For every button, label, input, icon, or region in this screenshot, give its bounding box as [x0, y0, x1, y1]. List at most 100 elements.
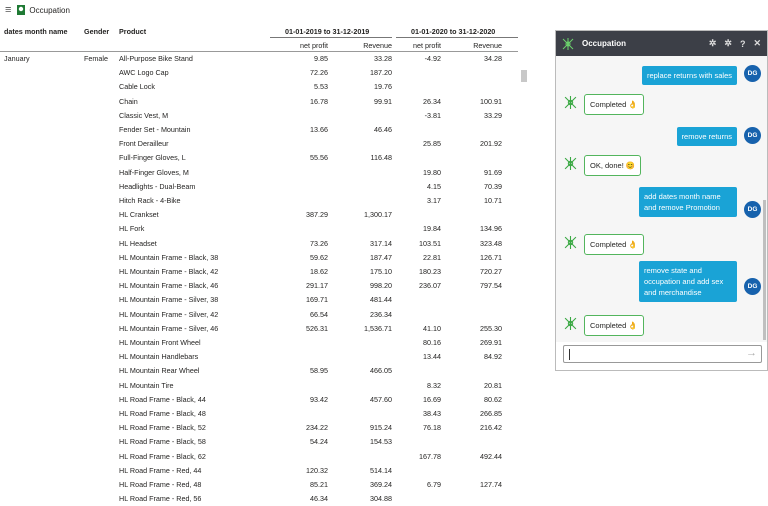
- cell-revenue-2020: 216.42: [480, 423, 502, 433]
- avatar: DG: [744, 201, 761, 218]
- cell-revenue-2019: 466.05: [370, 366, 392, 376]
- subheader-net-profit-2020[interactable]: net profit: [396, 41, 441, 50]
- panel-title: Occupation: [582, 39, 627, 48]
- table-row[interactable]: Full-Finger Gloves, L 55.56 116.48: [0, 151, 530, 165]
- table-row[interactable]: HL Road Frame - Black, 62 167.78 492.44: [0, 450, 530, 464]
- cell-net-profit-2019: 55.56: [310, 153, 328, 163]
- table-row[interactable]: HL Mountain Frame - Silver, 46 526.31 1,53…: [0, 322, 530, 336]
- qna-suggestions-icon[interactable]: ✲: [724, 38, 732, 49]
- table-row[interactable]: HL Crankset 387.29 1,300.17: [0, 208, 530, 222]
- help-icon[interactable]: ?: [740, 39, 746, 49]
- cell-net-profit-2019: 18.62: [310, 267, 328, 276]
- cell-revenue-2019: 33.28: [374, 54, 392, 63]
- bot-message: Completed 👌: [584, 94, 644, 115]
- table-row[interactable]: Headlights - Dual-Beam 4.15 70.39: [0, 180, 530, 194]
- cell-revenue-2020: 255.30: [480, 323, 502, 333]
- cell-net-profit-2020: 26.34: [423, 96, 441, 106]
- table-row[interactable]: January Female All-Purpose Bike Stand 9.85 3…: [0, 52, 530, 66]
- table-row[interactable]: HL Mountain Tire 8.32 20.81: [0, 379, 530, 393]
- table-row[interactable]: HL Road Frame - Black, 48 38.43 266.85: [0, 407, 530, 421]
- table-row[interactable]: HL Road Frame - Red, 56 46.34 304.88: [0, 492, 530, 506]
- header-product[interactable]: Product: [119, 27, 146, 36]
- bot-message: Completed 👌: [584, 234, 644, 255]
- question-input[interactable]: →: [563, 345, 762, 363]
- header-period-2019[interactable]: 01-01-2019 to 31-12-2019: [285, 27, 369, 36]
- hamburger-menu-icon[interactable]: ≡: [5, 4, 11, 16]
- cell-revenue-2020: 492.44: [480, 451, 502, 461]
- app-logo-icon: [17, 5, 26, 15]
- table-row[interactable]: HL Road Frame - Red, 48 85.21 369.24 6.79 12…: [0, 478, 530, 492]
- cell-net-profit-2019: 387.29: [306, 210, 328, 220]
- cell-net-profit-2020: -3.81: [424, 110, 441, 120]
- table-row[interactable]: HL Road Frame - Black, 58 54.24 154.53: [0, 435, 530, 449]
- subheader-revenue-2019[interactable]: Revenue: [336, 41, 392, 50]
- subheader-net-profit-2019[interactable]: net profit: [270, 41, 328, 50]
- cell-product: HL Mountain Frame - Black, 46: [119, 281, 219, 291]
- cell-revenue-2020: 20.81: [484, 380, 502, 390]
- table-row[interactable]: HL Mountain Frame - Black, 46 291.17 998.2…: [0, 279, 530, 293]
- cell-net-profit-2020: 22.81: [423, 252, 441, 262]
- header-dates-month-name[interactable]: dates month name: [4, 27, 68, 36]
- table-row[interactable]: HL Mountain Frame - Black, 42 18.62 175.10…: [0, 265, 530, 279]
- cell-product: All-Purpose Bike Stand: [119, 54, 193, 63]
- table-row[interactable]: HL Mountain Frame - Black, 38 59.62 187.47…: [0, 251, 530, 265]
- avatar: DG: [744, 65, 761, 82]
- cell-product: HL Fork: [119, 224, 145, 234]
- cell-revenue-2020: 269.91: [480, 338, 502, 347]
- table-row[interactable]: HL Road Frame - Black, 52 234.22 915.24 76.…: [0, 421, 530, 435]
- cell-net-profit-2019: 46.34: [310, 494, 328, 504]
- cell-product: HL Road Frame - Black, 48: [119, 409, 206, 418]
- close-icon[interactable]: ✕: [753, 38, 761, 49]
- cell-product: Classic Vest, M: [119, 110, 169, 120]
- table-row[interactable]: HL Mountain Front Wheel 80.16 269.91: [0, 336, 530, 350]
- cell-product: HL Road Frame - Red, 56: [119, 494, 202, 504]
- cell-net-profit-2019: 85.21: [310, 480, 328, 489]
- page-scrollbar[interactable]: [763, 200, 766, 340]
- cell-net-profit-2020: 19.84: [423, 224, 441, 234]
- cell-net-profit-2019: 120.32: [306, 465, 328, 475]
- cell-product: HL Road Frame - Red, 44: [119, 465, 202, 475]
- table-row[interactable]: Hitch Rack - 4-Bike 3.17 10.71: [0, 194, 530, 208]
- table-row[interactable]: HL Road Frame - Red, 44 120.32 514.14: [0, 464, 530, 478]
- header-period-2020[interactable]: 01-01-2020 to 31-12-2020: [411, 27, 495, 36]
- table-row[interactable]: HL Mountain Rear Wheel 58.95 466.05: [0, 364, 530, 378]
- cell-net-profit-2019: 54.24: [310, 437, 328, 447]
- chat-history: replace returns with sales DG Completed …: [556, 56, 767, 342]
- cell-product: Hitch Rack - 4-Bike: [119, 196, 181, 205]
- cell-net-profit-2020: 167.78: [419, 451, 441, 461]
- table-row[interactable]: Front Derailleur 25.85 201.92: [0, 137, 530, 151]
- table-row[interactable]: AWC Logo Cap 72.26 187.20: [0, 66, 530, 80]
- table-row[interactable]: HL Road Frame - Black, 44 93.42 457.60 16.6…: [0, 393, 530, 407]
- cell-revenue-2019: 116.48: [370, 153, 392, 163]
- cell-revenue-2020: 70.39: [484, 181, 502, 191]
- table-row[interactable]: HL Mountain Handlebars 13.44 84.92: [0, 350, 530, 364]
- table-row[interactable]: Classic Vest, M -3.81 33.29: [0, 109, 530, 123]
- cell-product: Full-Finger Gloves, L: [119, 153, 186, 163]
- qna-settings-icon[interactable]: ✲: [709, 38, 717, 49]
- cell-product: Headlights - Dual-Beam: [119, 181, 196, 191]
- cell-revenue-2019: 187.47: [370, 252, 392, 262]
- cell-net-profit-2020: 4.15: [427, 181, 441, 191]
- cell-product: HL Road Frame - Black, 58: [119, 437, 206, 447]
- cell-net-profit-2019: 291.17: [306, 281, 328, 291]
- cell-revenue-2020: 266.85: [480, 409, 502, 418]
- table-row[interactable]: Half-Finger Gloves, M 19.80 91.69: [0, 166, 530, 180]
- cell-product: Chain: [119, 96, 138, 106]
- table-row[interactable]: HL Headset 73.26 317.14 103.51 323.48: [0, 237, 530, 251]
- table-row[interactable]: Cable Lock 5.53 19.76: [0, 80, 530, 94]
- user-message: remove state and occupation and add sex …: [639, 261, 737, 302]
- cell-net-profit-2020: 236.07: [419, 281, 441, 291]
- table-row[interactable]: Chain 16.78 99.91 26.34 100.91: [0, 95, 530, 109]
- user-message: replace returns with sales: [641, 66, 737, 85]
- send-arrow-icon[interactable]: →: [746, 347, 757, 359]
- table-scrollbar[interactable]: [521, 70, 527, 82]
- table-row[interactable]: HL Mountain Frame - Silver, 42 66.54 236.3…: [0, 308, 530, 322]
- table-row[interactable]: HL Fork 19.84 134.96: [0, 222, 530, 236]
- header-gender[interactable]: Gender: [84, 27, 109, 36]
- table-row[interactable]: Fender Set - Mountain 13.66 46.46: [0, 123, 530, 137]
- cell-revenue-2019: 1,300.17: [364, 210, 392, 220]
- cell-net-profit-2020: 16.69: [423, 394, 441, 404]
- table-row[interactable]: HL Mountain Frame - Silver, 38 169.71 481.…: [0, 293, 530, 307]
- subheader-revenue-2020[interactable]: Revenue: [450, 41, 502, 50]
- cell-product: Front Derailleur: [119, 139, 169, 149]
